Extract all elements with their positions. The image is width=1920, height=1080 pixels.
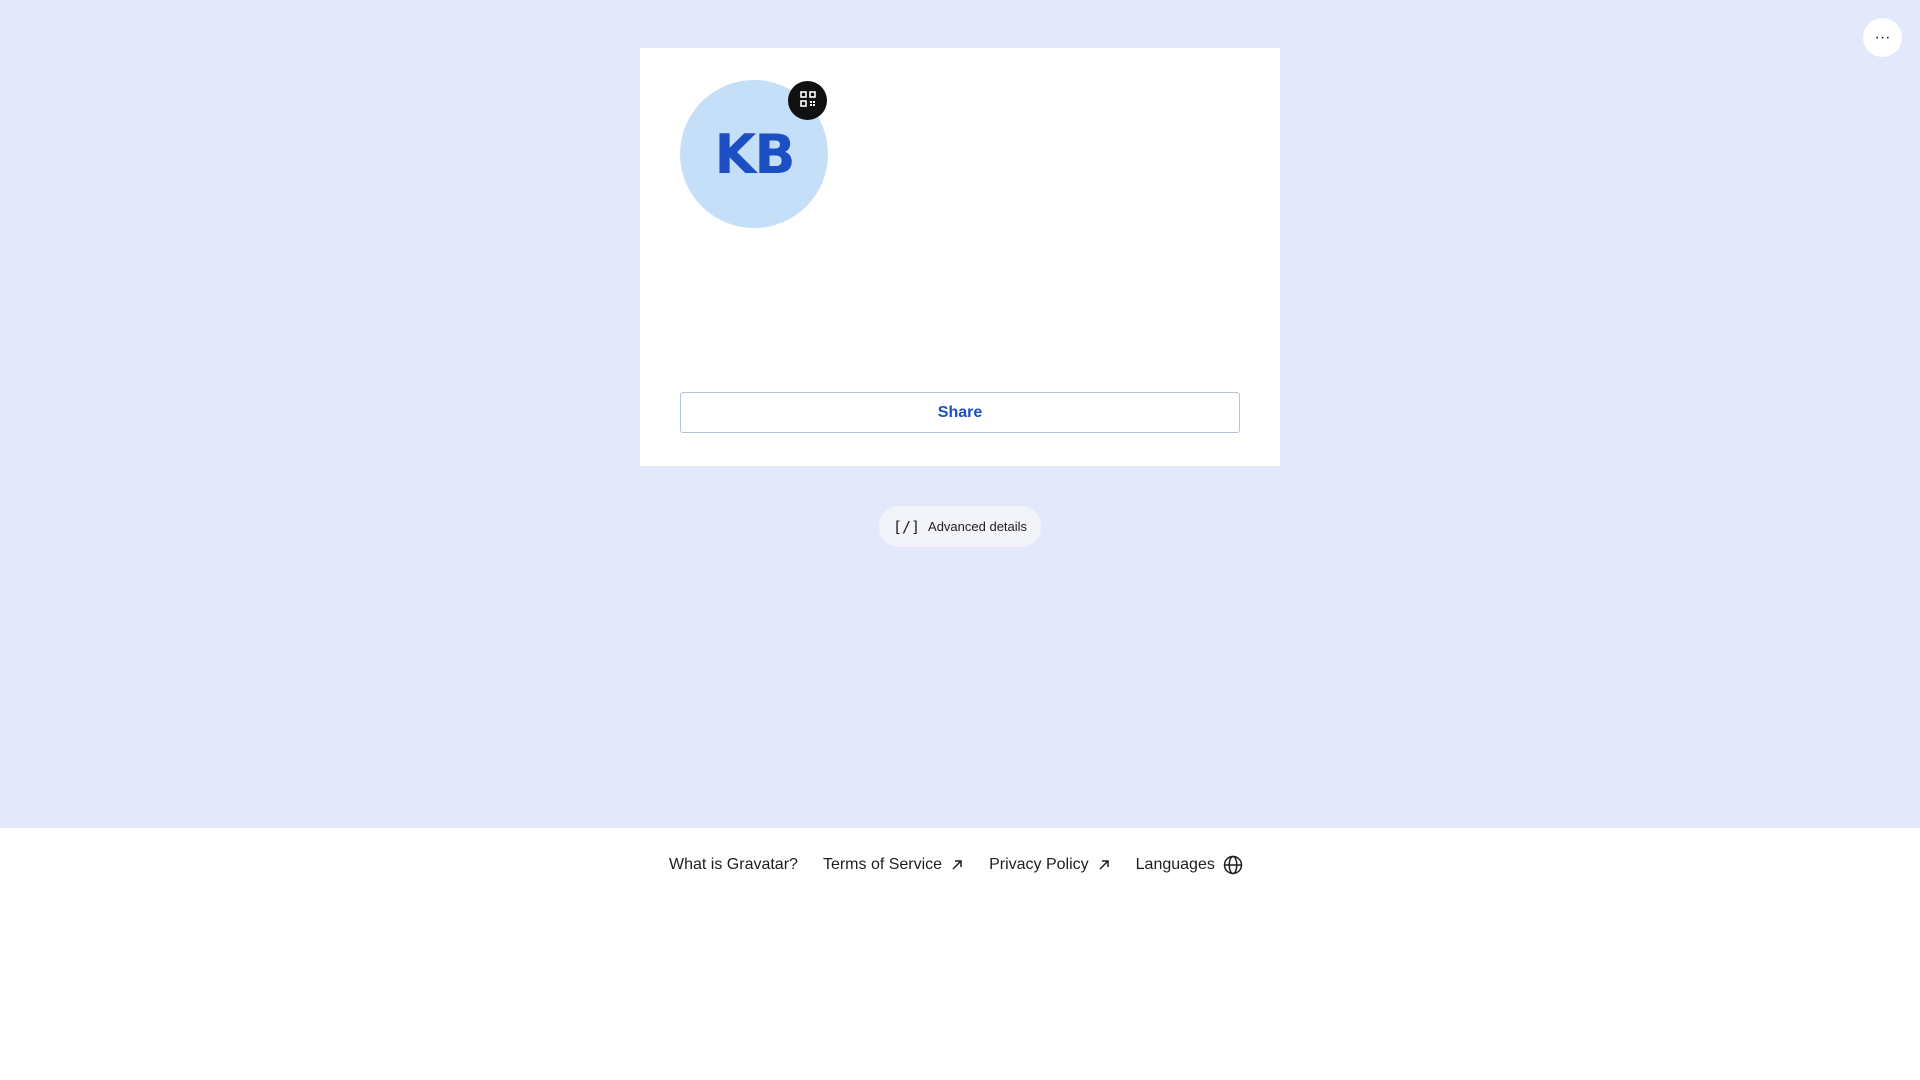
qr-code-button[interactable] (788, 81, 827, 120)
external-arrow-icon (950, 858, 964, 872)
footer-link-label: Privacy Policy (989, 856, 1089, 873)
footer-link-what-is-gravatar[interactable]: What is Gravatar? (669, 856, 798, 874)
external-arrow-icon (1097, 858, 1111, 872)
qr-code-icon (799, 91, 816, 110)
profile-card: KB Share (640, 48, 1280, 466)
avatar-initials: KB (714, 122, 795, 186)
share-button[interactable]: Share (680, 392, 1240, 433)
main-area: ··· KB Share [/] Advanced details (0, 0, 1920, 828)
footer-links: What is Gravatar? Terms of Service Priva… (669, 855, 1243, 875)
advanced-details-button[interactable]: [/] Advanced details (879, 506, 1041, 547)
more-options-button[interactable]: ··· (1863, 18, 1902, 57)
footer-link-label: What is Gravatar? (669, 856, 798, 873)
code-icon: [/] (892, 517, 921, 536)
footer-link-label: Terms of Service (822, 856, 943, 873)
globe-icon (1223, 855, 1243, 875)
footer-link-privacy-policy[interactable]: Privacy Policy (989, 856, 1111, 874)
advanced-details-label: Advanced details (928, 519, 1028, 534)
footer-link-languages[interactable]: Languages (1136, 855, 1243, 875)
footer-link-label: Languages (1135, 856, 1215, 873)
footer-link-terms-of-service[interactable]: Terms of Service (823, 856, 964, 874)
footer: What is Gravatar? Terms of Service Priva… (0, 828, 1920, 1080)
